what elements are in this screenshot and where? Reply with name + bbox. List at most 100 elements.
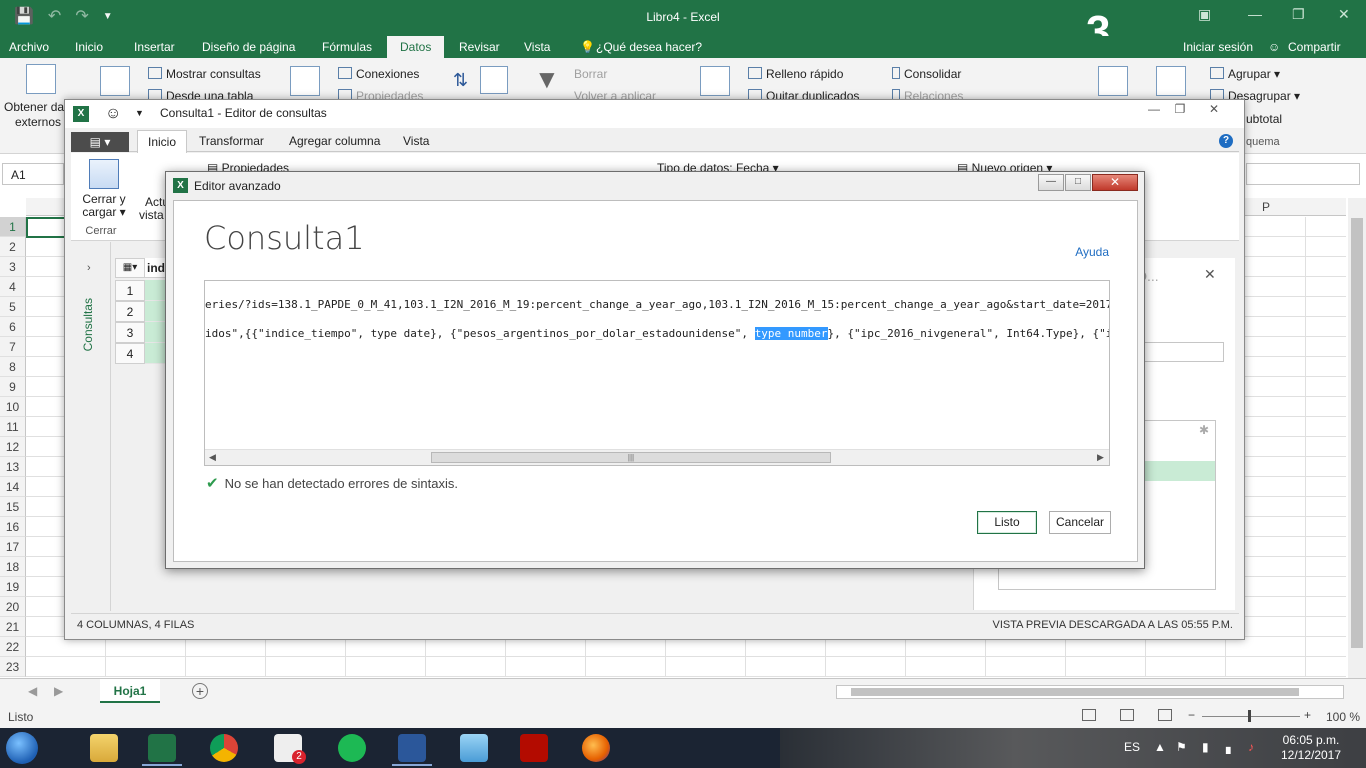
row-header[interactable]: 22 (0, 637, 26, 657)
clear-button[interactable]: Borrar (574, 67, 607, 81)
row-header[interactable]: 9 (0, 377, 26, 397)
scroll-thumb[interactable] (1351, 218, 1363, 648)
row-header[interactable]: 19 (0, 577, 26, 597)
firefox-taskbar-icon[interactable] (570, 730, 622, 766)
flag-icon[interactable]: ⚑ (1176, 740, 1187, 754)
row-header[interactable]: 4 (0, 277, 26, 297)
file-menu-button[interactable]: ▤ ▾ (71, 132, 129, 152)
acrobat-taskbar-icon[interactable] (508, 730, 560, 766)
tab-archivo[interactable]: Archivo (9, 40, 49, 54)
chrome-taskbar-icon[interactable] (198, 730, 250, 766)
get-external-data-icon[interactable] (26, 64, 56, 94)
tab-revisar[interactable]: Revisar (459, 40, 500, 54)
feedback-smiley-icon[interactable]: ☺ (105, 105, 121, 123)
sheet-tab-hoja1[interactable]: Hoja1 (100, 679, 160, 703)
step-settings-icon[interactable]: ✱ (1199, 423, 1209, 437)
zoom-in-icon[interactable]: + (1304, 708, 1311, 722)
ae-close-icon[interactable]: ✕ (1092, 174, 1138, 191)
signin-link[interactable]: Iniciar sesión (1183, 40, 1253, 54)
tab-insertar[interactable]: Insertar (134, 40, 175, 54)
qe-restore-icon[interactable]: ❐ (1163, 102, 1197, 120)
cancel-button[interactable]: Cancelar (1049, 511, 1111, 534)
code-line[interactable]: eries/?ids=138.1_PAPDE_0_M_41,103.1_I2N_… (205, 298, 1109, 311)
code-scroll-thumb[interactable]: ||| (431, 452, 831, 463)
forecast-sheet-icon[interactable] (1156, 66, 1186, 96)
done-button[interactable]: Listo (977, 511, 1037, 534)
help-link[interactable]: Ayuda (1075, 245, 1109, 259)
formula-bar[interactable] (1246, 163, 1360, 185)
row-header[interactable]: 23 (0, 657, 26, 677)
row-header[interactable]: 3 (0, 257, 26, 277)
add-sheet-icon[interactable]: + (192, 683, 208, 699)
code-line[interactable]: idos",{{"indice_tiempo", type date}, {"p… (205, 327, 1109, 340)
row-header[interactable]: 7 (0, 337, 26, 357)
sort-icon[interactable] (480, 66, 508, 94)
code-editor[interactable]: eries/?ids=138.1_PAPDE_0_M_41,103.1_I2N_… (204, 280, 1110, 466)
zoom-knob[interactable] (1248, 710, 1251, 722)
language-indicator[interactable]: ES (1124, 740, 1140, 754)
network-icon[interactable]: ▖ (1226, 740, 1235, 754)
qe-close-icon[interactable]: ✕ (1197, 102, 1231, 120)
row-header[interactable]: 13 (0, 457, 26, 477)
tab-formulas[interactable]: Fórmulas (322, 40, 372, 54)
close-icon[interactable]: ✕ (1338, 6, 1350, 23)
new-query-icon[interactable] (100, 66, 130, 96)
group-button[interactable]: Agrupar ▾ (1210, 67, 1280, 81)
row-header[interactable]: 1 (0, 217, 26, 237)
ae-maximize-icon[interactable]: □ (1065, 174, 1091, 191)
excel-taskbar-icon[interactable] (136, 730, 188, 766)
row-header[interactable]: 17 (0, 537, 26, 557)
ribbon-display-icon[interactable]: ▣ (1198, 6, 1211, 23)
query-name-field[interactable] (1134, 342, 1224, 362)
flash-fill-button[interactable]: Relleno rápido (748, 67, 843, 81)
row-header[interactable]: 8 (0, 357, 26, 377)
code-horizontal-scrollbar[interactable]: ◀ ||| ▶ (205, 449, 1109, 465)
tell-me-box[interactable]: ¿Qué desea hacer? (596, 40, 702, 54)
row-header[interactable]: 2 (0, 237, 26, 257)
subtotal-button[interactable]: ubtotal (1246, 112, 1282, 126)
sheet-next-icon[interactable]: ▶ (54, 684, 63, 698)
spotify-taskbar-icon[interactable] (326, 730, 378, 766)
zoom-slider[interactable] (1202, 716, 1300, 717)
show-hidden-icons[interactable]: ▲ (1154, 740, 1166, 754)
minimize-icon[interactable]: — (1248, 6, 1262, 22)
qat-dropdown-icon[interactable]: ▼ (135, 108, 144, 118)
scroll-left-icon[interactable]: ◀ (209, 452, 216, 463)
get-data-label[interactable]: Obtener dat (4, 100, 67, 114)
slack-taskbar-icon[interactable]: 2 (262, 730, 314, 766)
explorer-taskbar-icon[interactable] (78, 730, 130, 766)
sheet-prev-icon[interactable]: ◀ (28, 684, 37, 698)
clock[interactable]: 06:05 p.m. 12/12/2017 (1268, 733, 1354, 763)
vertical-scrollbar[interactable] (1348, 198, 1366, 678)
name-box[interactable]: A1 (2, 163, 64, 185)
get-data-label2[interactable]: externos (15, 115, 61, 129)
qe-tab-transformar[interactable]: Transformar (199, 134, 264, 148)
word-taskbar-icon[interactable] (386, 730, 438, 766)
page-break-icon[interactable] (1158, 709, 1172, 721)
row-header[interactable]: 5 (0, 297, 26, 317)
row-header[interactable]: 6 (0, 317, 26, 337)
qe-tab-vista[interactable]: Vista (403, 134, 429, 148)
what-if-icon[interactable] (1098, 66, 1128, 96)
table-menu-icon[interactable]: ▦▾ (115, 258, 145, 278)
start-button[interactable] (6, 732, 38, 764)
row-header[interactable]: 12 (0, 437, 26, 457)
qe-tab-agregar-columna[interactable]: Agregar columna (289, 134, 380, 148)
ae-minimize-icon[interactable]: — (1038, 174, 1064, 191)
app-taskbar-icon[interactable] (448, 730, 500, 766)
row-header[interactable]: 10 (0, 397, 26, 417)
settings-close-icon[interactable]: ✕ (1204, 266, 1216, 283)
horizontal-scrollbar[interactable] (836, 685, 1344, 699)
row-header[interactable]: 11 (0, 417, 26, 437)
row-header[interactable]: 14 (0, 477, 26, 497)
sort-az-icon[interactable]: ⇅ (453, 70, 468, 91)
tab-inicio[interactable]: Inicio (75, 40, 103, 54)
row-header[interactable]: 20 (0, 597, 26, 617)
filter-icon[interactable]: ▼ (534, 64, 560, 95)
zoom-out-icon[interactable]: − (1188, 708, 1195, 722)
battery-icon[interactable]: ▮ (1202, 740, 1209, 754)
row-header[interactable]: 15 (0, 497, 26, 517)
tab-datos[interactable]: Datos (387, 36, 445, 58)
help-icon[interactable]: ? (1219, 134, 1233, 148)
hscroll-thumb[interactable] (851, 688, 1299, 696)
